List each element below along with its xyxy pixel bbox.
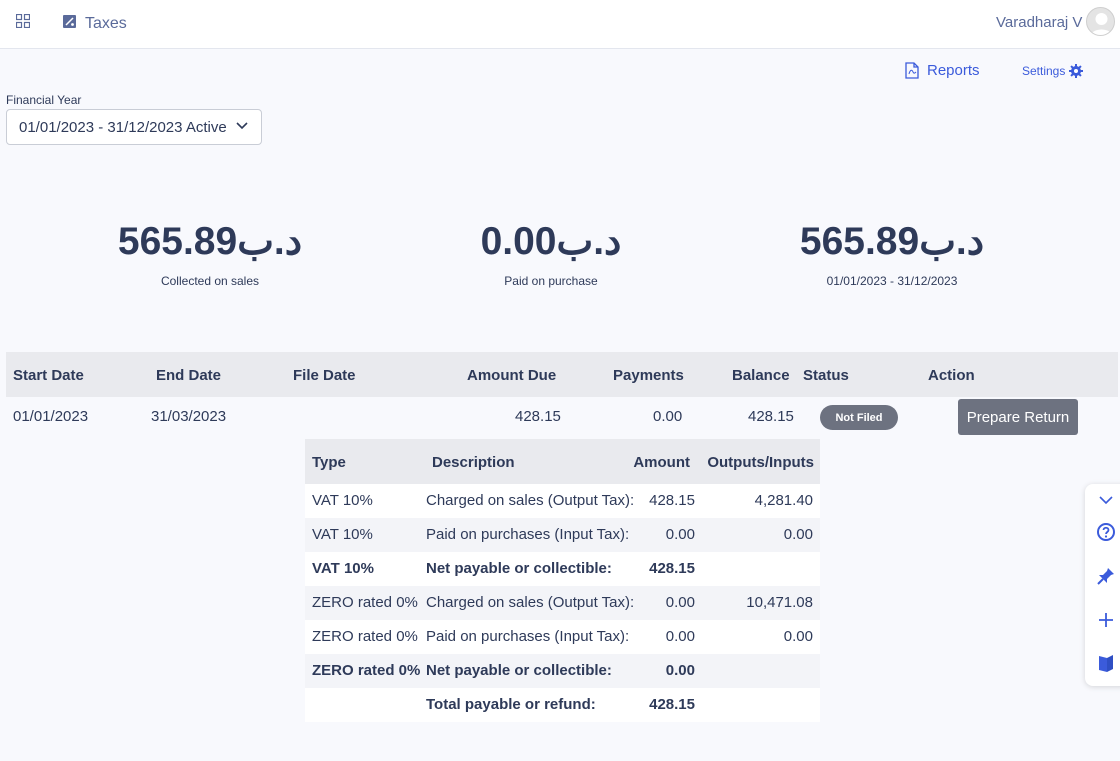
book-icon[interactable] — [1096, 653, 1116, 673]
tax-breakdown-table: Type Description Amount Outputs/Inputs V… — [305, 439, 820, 722]
side-toolbar — [1085, 484, 1120, 686]
cell-description: Paid on purchases (Input Tax): — [426, 526, 630, 543]
apps-grid-icon[interactable] — [16, 14, 30, 28]
column-action: Action — [928, 367, 975, 384]
cell-type: ZERO rated 0% — [312, 628, 418, 645]
cell-description: Charged on sales (Output Tax): — [426, 594, 635, 611]
column-amount-due: Amount Due — [467, 367, 557, 384]
column-start-date: Start Date — [13, 367, 84, 384]
breakdown-total-row: Total payable or refund: 428.15 — [305, 688, 820, 722]
stat-label: 01/01/2023 - 31/12/2023 — [826, 274, 958, 288]
column-type: Type — [312, 454, 346, 471]
chevron-down-icon — [236, 122, 248, 130]
cell-outputs: 0.00 — [783, 526, 813, 543]
cell-type: ZERO rated 0% — [312, 662, 421, 679]
cell-outputs: 10,471.08 — [746, 594, 813, 611]
cell-description: Total payable or refund: — [426, 696, 596, 713]
breakdown-row: ZERO rated 0% Net payable or collectible… — [305, 654, 820, 688]
cell-amount: 428.15 — [649, 696, 695, 713]
cell-amount: 428.15 — [649, 492, 695, 509]
column-amount: Amount — [633, 454, 690, 471]
cell-description: Charged on sales (Output Tax): — [426, 492, 635, 509]
pin-icon[interactable] — [1096, 566, 1116, 586]
stat-label: Collected on sales — [160, 274, 260, 288]
cell-type: ZERO rated 0% — [312, 594, 418, 611]
cell-description: Net payable or collectible: — [426, 560, 612, 577]
settings-link[interactable]: Settings — [1022, 63, 1084, 79]
reports-label: Reports — [927, 61, 980, 79]
taxes-icon — [63, 15, 76, 28]
column-status: Status — [803, 367, 849, 384]
cell-type: VAT 10% — [312, 492, 373, 509]
column-outputs-inputs: Outputs/Inputs — [707, 454, 814, 471]
cell-description: Net payable or collectible: — [426, 662, 612, 679]
cell-type: VAT 10% — [312, 560, 374, 577]
column-payments: Payments — [613, 367, 684, 384]
stat-amount: د.ب0.00 — [480, 220, 622, 263]
stat-amount: د.ب565.89 — [117, 220, 303, 263]
column-file-date: File Date — [293, 367, 356, 384]
gear-icon — [1069, 64, 1084, 78]
stat-paid: د.ب0.00 Paid on purchase — [401, 220, 701, 288]
help-icon[interactable] — [1096, 522, 1116, 542]
cell-amount: 428.15 — [649, 560, 695, 577]
chevron-down-icon[interactable] — [1096, 490, 1116, 510]
cell-type: VAT 10% — [312, 526, 373, 543]
column-description: Description — [432, 454, 515, 471]
cell-outputs: 4,281.40 — [754, 492, 813, 509]
financial-year-label: Financial Year — [6, 93, 82, 107]
column-end-date: End Date — [156, 367, 222, 384]
column-balance: Balance — [732, 367, 790, 384]
cell-outputs: 0.00 — [783, 628, 813, 645]
stat-collected: د.ب565.89 Collected on sales — [60, 220, 360, 288]
financial-year-value: 01/01/2023 - 31/12/2023 Active — [19, 118, 227, 136]
cell-amount: 0.00 — [665, 526, 695, 543]
status-badge: Not Filed — [820, 405, 898, 430]
stat-period: د.ب565.89 01/01/2023 - 31/12/2023 — [742, 220, 1042, 288]
user-name[interactable]: Varadharaj V — [996, 14, 1082, 31]
stat-amount: د.ب565.89 — [799, 220, 985, 263]
breakdown-row: ZERO rated 0% Charged on sales (Output T… — [305, 586, 820, 620]
user-avatar-icon — [1090, 13, 1113, 35]
financial-year-select[interactable]: 01/01/2023 - 31/12/2023 Active — [6, 109, 262, 145]
reports-link[interactable]: Reports — [905, 61, 980, 79]
breakdown-row: VAT 10% Paid on purchases (Input Tax): 0… — [305, 518, 820, 552]
cell-start-date: 01/01/2023 — [13, 408, 89, 425]
pdf-icon — [905, 61, 919, 79]
top-bar: Taxes Varadharaj V — [0, 0, 1120, 49]
breakdown-row: VAT 10% Net payable or collectible: 428.… — [305, 552, 820, 586]
cell-amount: 0.00 — [665, 628, 695, 645]
cell-end-date: 31/03/2023 — [151, 408, 227, 425]
avatar[interactable] — [1086, 7, 1115, 36]
plus-icon[interactable] — [1096, 610, 1116, 630]
prepare-return-button[interactable]: Prepare Return — [958, 399, 1078, 435]
breakdown-header: Type Description Amount Outputs/Inputs — [305, 439, 820, 484]
cell-description: Paid on purchases (Input Tax): — [426, 628, 630, 645]
cell-amount: 0.00 — [665, 662, 695, 679]
cell-balance: 428.15 — [748, 408, 794, 425]
page-title: Taxes — [85, 15, 127, 32]
settings-label: Settings — [1022, 64, 1066, 78]
breakdown-row: ZERO rated 0% Paid on purchases (Input T… — [305, 620, 820, 654]
cell-payments: 0.00 — [653, 408, 683, 425]
cell-amount-due: 428.15 — [515, 408, 561, 425]
cell-amount: 0.00 — [665, 594, 695, 611]
returns-table-header: Start Date End Date File Date Amount Due… — [6, 352, 1118, 397]
stat-label: Paid on purchase — [504, 274, 598, 288]
breakdown-row: VAT 10% Charged on sales (Output Tax): 4… — [305, 484, 820, 518]
